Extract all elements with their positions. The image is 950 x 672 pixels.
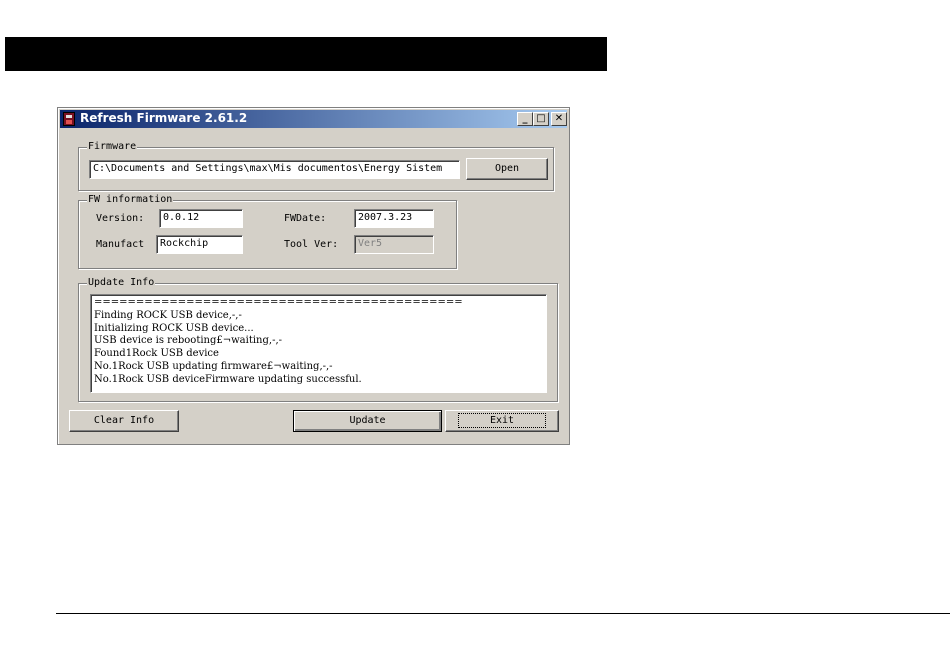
firmware-group-label: Firmware (87, 140, 138, 154)
update-button[interactable]: Update (293, 410, 442, 432)
refresh-firmware-window: Refresh Firmware 2.61.2 _ □ ✕ Firmware C… (57, 107, 570, 445)
maximize-button[interactable]: □ (533, 112, 549, 126)
log-line: ========================================… (94, 297, 463, 308)
fwdate-field[interactable]: 2007.3.23 (354, 209, 434, 228)
minimize-button[interactable]: _ (517, 112, 533, 126)
black-header-bar (5, 37, 607, 71)
title-bar[interactable]: Refresh Firmware 2.61.2 _ □ ✕ (60, 110, 567, 128)
version-field[interactable]: 0.0.12 (159, 209, 243, 228)
horizontal-rule (56, 613, 950, 614)
open-button-label: Open (494, 163, 520, 174)
log-line: No.1Rock USB deviceFirmware updating suc… (94, 373, 362, 385)
toolver-field: Ver5 (354, 235, 434, 254)
manufact-field[interactable]: Rockchip (156, 235, 243, 254)
fwdate-label: FWDate: (284, 213, 327, 224)
open-button[interactable]: Open (466, 158, 548, 180)
log-line: No.1Rock USB updating firmware£¬waiting,… (94, 360, 333, 372)
toolver-label: Tool Ver: (284, 239, 339, 250)
clear-info-button[interactable]: Clear Info (69, 410, 179, 432)
exit-button-label: Exit (457, 413, 547, 428)
log-line: Found1Rock USB device (94, 348, 219, 360)
update-info-log[interactable]: ========================================… (90, 294, 547, 393)
app-icon (63, 112, 75, 126)
close-button[interactable]: ✕ (551, 112, 567, 126)
update-info-group-label: Update Info (87, 276, 156, 290)
log-line: Initializing ROCK USB device... (94, 322, 254, 334)
window-title: Refresh Firmware 2.61.2 (80, 111, 248, 125)
manufact-label: Manufact (96, 239, 145, 250)
log-line: USB device is rebooting£¬waiting,-,- (94, 335, 283, 347)
firmware-path-field[interactable]: C:\Documents and Settings\max\Mis docume… (89, 160, 460, 179)
update-button-label: Update (349, 415, 386, 426)
clear-info-button-label: Clear Info (93, 415, 155, 426)
log-line: Finding ROCK USB device,-,- (94, 309, 242, 321)
version-label: Version: (96, 213, 145, 224)
fw-information-group-label: FW information (87, 193, 174, 207)
exit-button[interactable]: Exit (445, 410, 559, 432)
